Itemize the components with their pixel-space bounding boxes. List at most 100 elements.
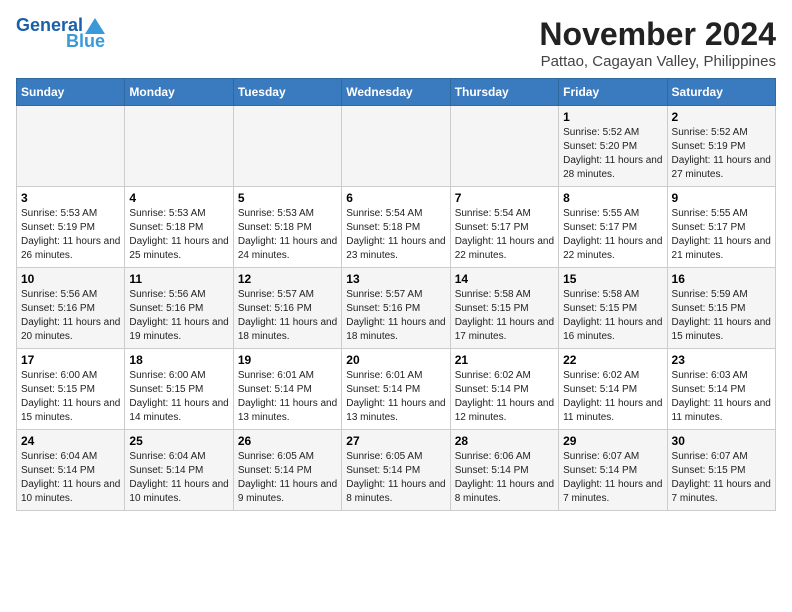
logo: General Blue (16, 16, 105, 52)
day-info: Sunrise: 6:04 AM Sunset: 5:14 PM Dayligh… (21, 450, 120, 506)
calendar-cell: 9 Sunrise: 5:55 AM Sunset: 5:17 PM Daylig… (667, 187, 775, 268)
day-number: 8 (563, 191, 662, 205)
day-info: Sunrise: 5:57 AM Sunset: 5:16 PM Dayligh… (346, 288, 445, 344)
calendar-cell: 29Sunrise: 6:07 AM Sunset: 5:14 PM Dayli… (559, 430, 667, 511)
header-tuesday: Tuesday (233, 79, 341, 106)
calendar-cell: 7Sunrise: 5:54 AM Sunset: 5:17 PM Daylig… (450, 187, 558, 268)
day-info: Sunrise: 6:06 AM Sunset: 5:14 PM Dayligh… (455, 450, 554, 506)
day-info: Sunrise: 6:04 AM Sunset: 5:14 PM Dayligh… (129, 450, 228, 506)
day-info: Sunrise: 6:03 AM Sunset: 5:14 PM Dayligh… (672, 369, 771, 425)
day-info: Sunrise: 5:54 AM Sunset: 5:18 PM Dayligh… (346, 207, 445, 263)
day-info: Sunrise: 6:07 AM Sunset: 5:15 PM Dayligh… (672, 450, 771, 506)
calendar-cell: 14 Sunrise: 5:58 AM Sunset: 5:15 PM Dayli… (450, 268, 558, 349)
day-info: Sunrise: 5:52 AM Sunset: 5:20 PM Dayligh… (563, 126, 662, 182)
day-number: 9 (672, 191, 771, 205)
calendar-cell: 16 Sunrise: 5:59 AM Sunset: 5:15 PM Dayli… (667, 268, 775, 349)
day-number: 1 (563, 110, 662, 124)
day-info: Sunrise: 5:57 AM Sunset: 5:16 PM Dayligh… (238, 288, 337, 344)
day-number: 15 (563, 272, 662, 286)
header-friday: Friday (559, 79, 667, 106)
calendar-cell: 2 Sunrise: 5:52 AM Sunset: 5:19 PM Daylig… (667, 106, 775, 187)
day-number: 17 (21, 353, 120, 367)
day-info: Sunrise: 5:55 AM Sunset: 5:17 PM Dayligh… (672, 207, 771, 263)
calendar-cell: 18 Sunrise: 6:00 AM Sunset: 5:15 PM Dayli… (125, 349, 233, 430)
day-number: 24 (21, 434, 120, 448)
calendar-header-row: SundayMondayTuesdayWednesdayThursdayFrid… (17, 79, 776, 106)
day-info: Sunrise: 5:53 AM Sunset: 5:18 PM Dayligh… (129, 207, 228, 263)
day-number: 3 (21, 191, 120, 205)
header-saturday: Saturday (667, 79, 775, 106)
day-number: 27 (346, 434, 445, 448)
calendar-cell: 6 Sunrise: 5:54 AM Sunset: 5:18 PM Daylig… (342, 187, 450, 268)
day-number: 12 (238, 272, 337, 286)
calendar-cell: 30 Sunrise: 6:07 AM Sunset: 5:15 PM Dayli… (667, 430, 775, 511)
day-info: Sunrise: 5:59 AM Sunset: 5:15 PM Dayligh… (672, 288, 771, 344)
day-info: Sunrise: 6:02 AM Sunset: 5:14 PM Dayligh… (563, 369, 662, 425)
calendar-cell: 12 Sunrise: 5:57 AM Sunset: 5:16 PM Dayli… (233, 268, 341, 349)
calendar-cell (233, 106, 341, 187)
calendar-cell: 5 Sunrise: 5:53 AM Sunset: 5:18 PM Daylig… (233, 187, 341, 268)
week-row-3: 17 Sunrise: 6:00 AM Sunset: 5:15 PM Dayli… (17, 349, 776, 430)
day-info: Sunrise: 5:58 AM Sunset: 5:15 PM Dayligh… (455, 288, 554, 344)
calendar-cell: 10Sunrise: 5:56 AM Sunset: 5:16 PM Dayli… (17, 268, 125, 349)
calendar-cell: 19Sunrise: 6:01 AM Sunset: 5:14 PM Dayli… (233, 349, 341, 430)
day-number: 6 (346, 191, 445, 205)
calendar-cell: 26 Sunrise: 6:05 AM Sunset: 5:14 PM Dayli… (233, 430, 341, 511)
day-number: 26 (238, 434, 337, 448)
calendar-cell: 23 Sunrise: 6:03 AM Sunset: 5:14 PM Dayli… (667, 349, 775, 430)
day-number: 14 (455, 272, 554, 286)
calendar-cell: 17 Sunrise: 6:00 AM Sunset: 5:15 PM Dayli… (17, 349, 125, 430)
day-number: 16 (672, 272, 771, 286)
calendar-cell: 24 Sunrise: 6:04 AM Sunset: 5:14 PM Dayli… (17, 430, 125, 511)
header-wednesday: Wednesday (342, 79, 450, 106)
calendar-cell: 11 Sunrise: 5:56 AM Sunset: 5:16 PM Dayli… (125, 268, 233, 349)
day-number: 2 (672, 110, 771, 124)
day-info: Sunrise: 6:05 AM Sunset: 5:14 PM Dayligh… (346, 450, 445, 506)
day-info: Sunrise: 5:53 AM Sunset: 5:19 PM Dayligh… (21, 207, 120, 263)
calendar-cell: 4 Sunrise: 5:53 AM Sunset: 5:18 PM Daylig… (125, 187, 233, 268)
day-number: 23 (672, 353, 771, 367)
day-number: 22 (563, 353, 662, 367)
week-row-1: 3 Sunrise: 5:53 AM Sunset: 5:19 PM Daylig… (17, 187, 776, 268)
day-info: Sunrise: 5:55 AM Sunset: 5:17 PM Dayligh… (563, 207, 662, 263)
calendar-cell (125, 106, 233, 187)
day-number: 21 (455, 353, 554, 367)
title-block: November 2024 Pattao, Cagayan Valley, Ph… (539, 16, 776, 70)
day-number: 18 (129, 353, 228, 367)
day-info: Sunrise: 5:52 AM Sunset: 5:19 PM Dayligh… (672, 126, 771, 182)
day-info: Sunrise: 6:05 AM Sunset: 5:14 PM Dayligh… (238, 450, 337, 506)
calendar-cell: 27 Sunrise: 6:05 AM Sunset: 5:14 PM Dayli… (342, 430, 450, 511)
day-info: Sunrise: 6:07 AM Sunset: 5:14 PM Dayligh… (563, 450, 662, 506)
day-number: 11 (129, 272, 228, 286)
day-number: 5 (238, 191, 337, 205)
day-info: Sunrise: 6:01 AM Sunset: 5:14 PM Dayligh… (238, 369, 337, 425)
day-number: 13 (346, 272, 445, 286)
page-subtitle: Pattao, Cagayan Valley, Philippines (539, 53, 776, 70)
day-info: Sunrise: 5:53 AM Sunset: 5:18 PM Dayligh… (238, 207, 337, 263)
calendar-cell (342, 106, 450, 187)
calendar-table: SundayMondayTuesdayWednesdayThursdayFrid… (16, 78, 776, 511)
day-info: Sunrise: 6:02 AM Sunset: 5:14 PM Dayligh… (455, 369, 554, 425)
day-info: Sunrise: 5:54 AM Sunset: 5:17 PM Dayligh… (455, 207, 554, 263)
calendar-cell: 8 Sunrise: 5:55 AM Sunset: 5:17 PM Daylig… (559, 187, 667, 268)
week-row-2: 10Sunrise: 5:56 AM Sunset: 5:16 PM Dayli… (17, 268, 776, 349)
day-number: 4 (129, 191, 228, 205)
logo-line2: Blue (66, 32, 105, 52)
calendar-cell: 13 Sunrise: 5:57 AM Sunset: 5:16 PM Dayli… (342, 268, 450, 349)
calendar-cell (17, 106, 125, 187)
day-info: Sunrise: 5:56 AM Sunset: 5:16 PM Dayligh… (129, 288, 228, 344)
day-info: Sunrise: 6:01 AM Sunset: 5:14 PM Dayligh… (346, 369, 445, 425)
day-info: Sunrise: 6:00 AM Sunset: 5:15 PM Dayligh… (21, 369, 120, 425)
day-info: Sunrise: 6:00 AM Sunset: 5:15 PM Dayligh… (129, 369, 228, 425)
calendar-cell: 21 Sunrise: 6:02 AM Sunset: 5:14 PM Dayli… (450, 349, 558, 430)
page-title: November 2024 (539, 16, 776, 53)
page-header: General Blue November 2024 Pattao, Cagay… (16, 16, 776, 70)
header-monday: Monday (125, 79, 233, 106)
day-number: 25 (129, 434, 228, 448)
day-number: 20 (346, 353, 445, 367)
day-number: 30 (672, 434, 771, 448)
calendar-cell: 22 Sunrise: 6:02 AM Sunset: 5:14 PM Dayli… (559, 349, 667, 430)
calendar-cell: 25 Sunrise: 6:04 AM Sunset: 5:14 PM Dayli… (125, 430, 233, 511)
calendar-cell: 28Sunrise: 6:06 AM Sunset: 5:14 PM Dayli… (450, 430, 558, 511)
calendar-cell: 15Sunrise: 5:58 AM Sunset: 5:15 PM Dayli… (559, 268, 667, 349)
